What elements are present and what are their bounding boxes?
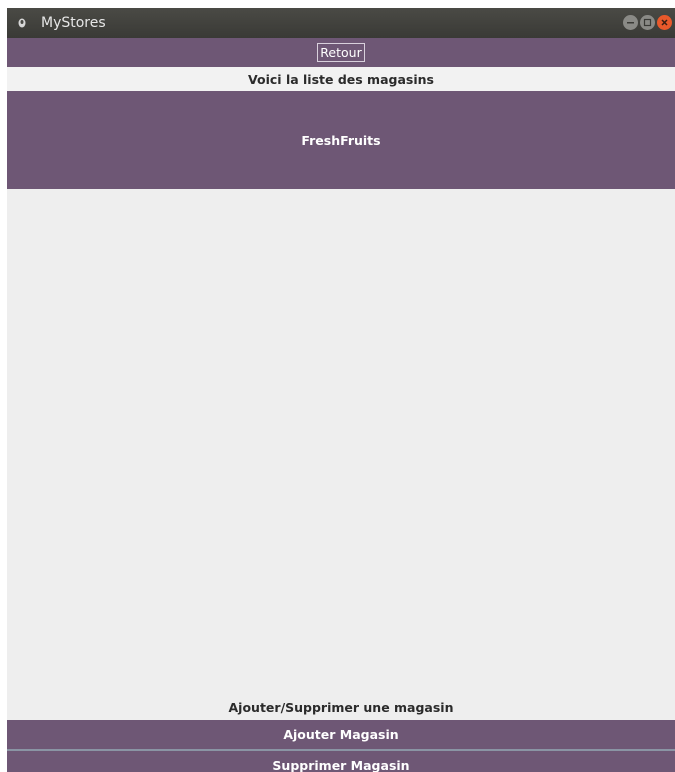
retour-button[interactable]: Retour [317,43,365,62]
minimize-icon[interactable] [623,15,638,30]
close-icon[interactable] [657,15,672,30]
title-bar[interactable]: MyStores [7,8,675,38]
app-window: MyStores Retour Voici la liste des magas… [7,8,675,772]
store-name: FreshFruits [301,132,381,148]
add-remove-label: Ajouter/Supprimer une magasin [7,694,675,720]
store-item[interactable]: FreshFruits [7,91,675,189]
remove-store-button[interactable]: Supprimer Magasin [7,751,675,772]
retour-bar: Retour [7,38,675,67]
window-title: MyStores [41,15,106,31]
store-list-area [7,189,675,694]
app-icon [15,16,29,30]
page-heading: Voici la liste des magasins [7,67,675,91]
add-store-button[interactable]: Ajouter Magasin [7,720,675,749]
maximize-icon[interactable] [640,15,655,30]
